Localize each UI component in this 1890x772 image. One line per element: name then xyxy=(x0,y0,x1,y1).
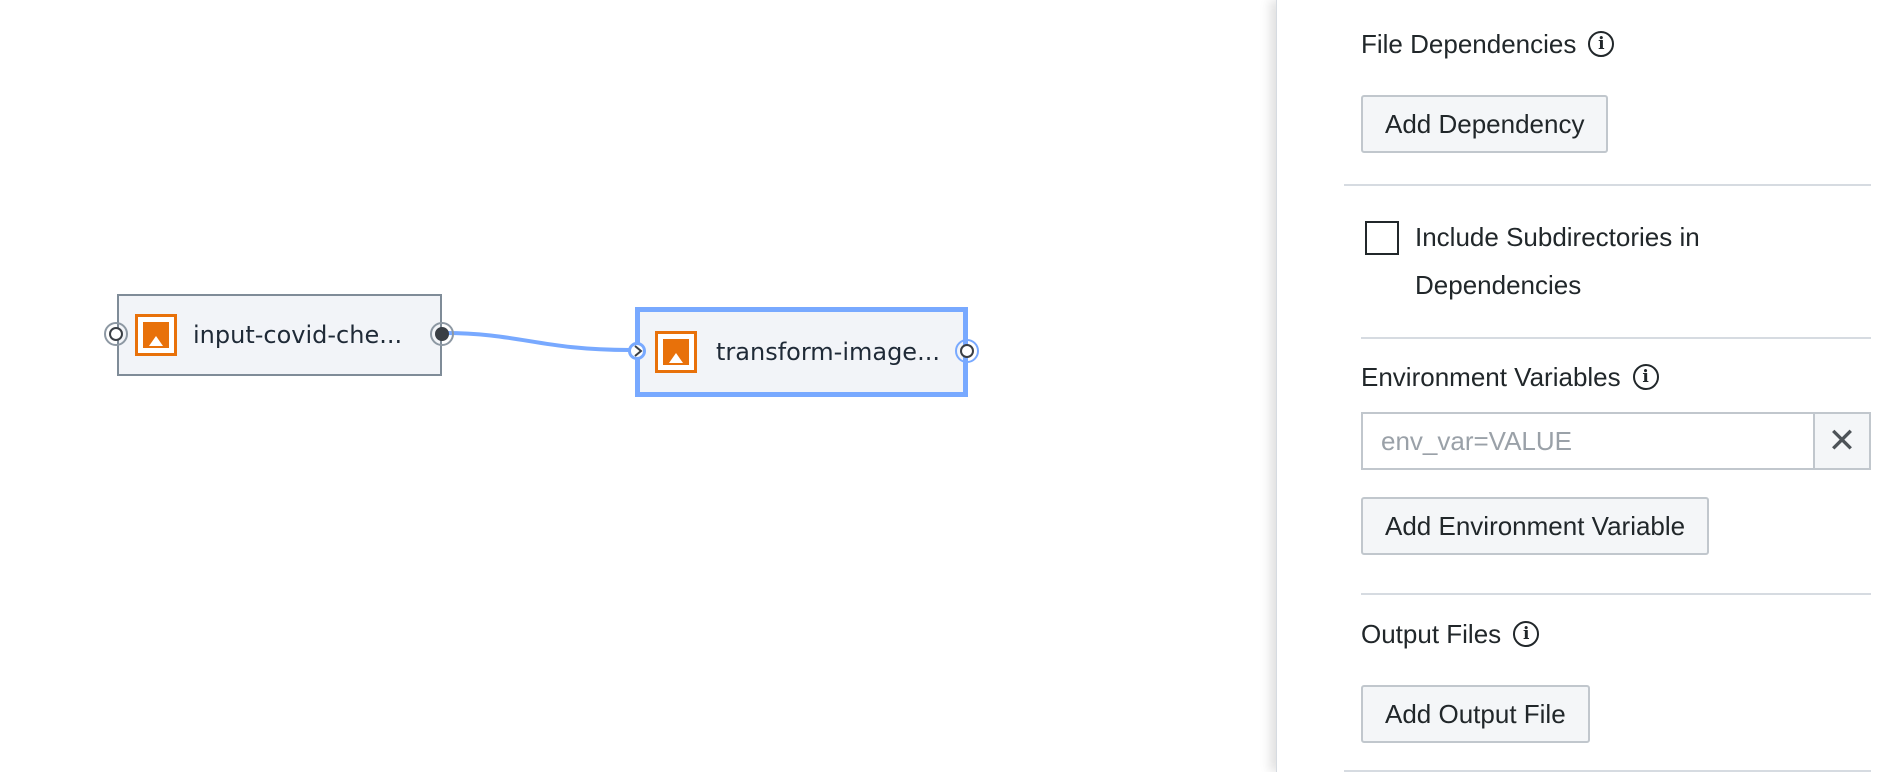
add-environment-variable-button[interactable]: Add Environment Variable xyxy=(1361,497,1710,555)
info-icon[interactable]: i xyxy=(1513,621,1540,647)
add-dependency-label: Add Dependency xyxy=(1385,108,1585,139)
environment-variables-title: Environment Variables xyxy=(1361,361,1621,392)
notebook-icon xyxy=(135,314,177,356)
include-subdirectories-label[interactable]: Include Subdirectories in Dependencies xyxy=(1415,213,1700,309)
file-dependencies-heading: File Dependencies i xyxy=(1361,26,1615,62)
node-label: transform-image... xyxy=(716,338,940,366)
node-properties-panel: File Dependencies i Add Dependency Inclu… xyxy=(1276,0,1890,772)
section-divider xyxy=(1361,593,1871,595)
output-port[interactable] xyxy=(435,327,449,341)
pipeline-node-transform[interactable]: transform-image... xyxy=(635,307,968,397)
environment-variables-heading: Environment Variables i xyxy=(1361,359,1659,395)
close-icon: ✕ xyxy=(1827,421,1857,461)
add-environment-variable-label: Add Environment Variable xyxy=(1385,510,1686,541)
output-files-title: Output Files xyxy=(1361,618,1502,649)
output-files-heading: Output Files i xyxy=(1361,616,1540,652)
add-dependency-button[interactable]: Add Dependency xyxy=(1361,95,1609,153)
node-label: input-covid-che... xyxy=(193,321,403,349)
add-output-file-label: Add Output File xyxy=(1385,698,1566,729)
info-icon[interactable]: i xyxy=(1632,364,1659,390)
pipeline-link[interactable] xyxy=(443,331,631,352)
pipeline-node-input[interactable]: input-covid-che... xyxy=(117,294,442,376)
add-output-file-button[interactable]: Add Output File xyxy=(1361,685,1590,743)
include-subdirectories-label-line2: Dependencies xyxy=(1415,270,1582,300)
input-port[interactable] xyxy=(109,327,123,341)
environment-variable-input[interactable] xyxy=(1361,412,1813,470)
clear-environment-variable-button[interactable]: ✕ xyxy=(1813,412,1871,470)
pipeline-canvas[interactable]: input-covid-che... transform-image... xyxy=(0,0,1276,772)
section-divider xyxy=(1361,337,1871,339)
notebook-icon xyxy=(655,331,697,373)
include-subdirectories-label-line1: Include Subdirectories in xyxy=(1415,222,1700,252)
chevron-right-icon xyxy=(634,345,643,357)
file-dependencies-title: File Dependencies xyxy=(1361,28,1577,59)
include-subdirectories-checkbox[interactable] xyxy=(1365,221,1399,255)
info-icon[interactable]: i xyxy=(1588,31,1615,57)
section-divider xyxy=(1344,184,1871,186)
output-port[interactable] xyxy=(960,344,974,358)
